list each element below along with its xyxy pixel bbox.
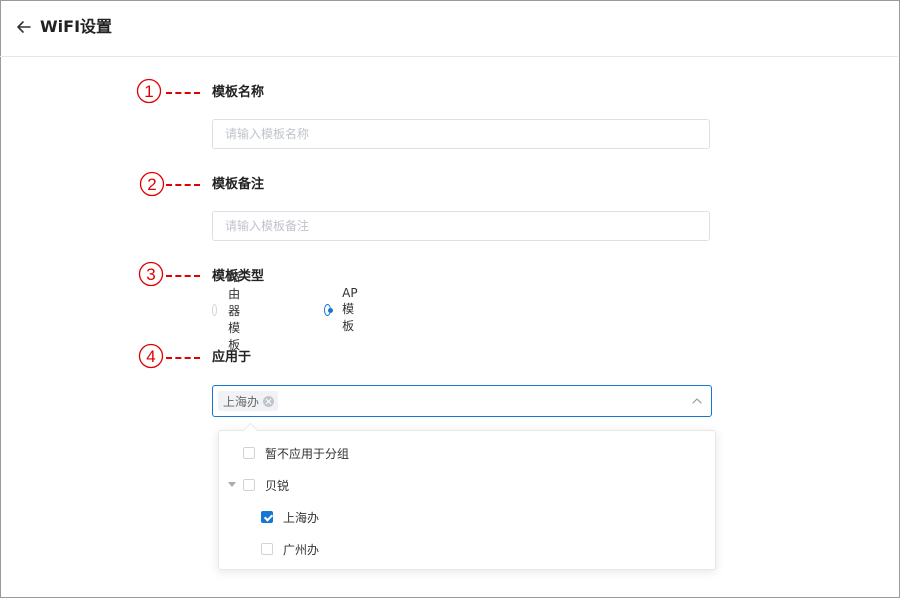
chevron-up-icon[interactable] [691,395,703,407]
selected-tag: 上海办 [218,391,279,411]
marker-number: 2 [147,175,156,194]
tree-item-beirui[interactable]: 贝锐 [228,475,290,495]
template-note-label: 模板备注 [212,177,265,192]
checkbox-checked[interactable] [261,511,273,523]
tree-item-label: 暂不应用于分组 [265,446,350,461]
checkbox[interactable] [261,543,273,555]
tree-item-guangzhou[interactable]: 广州办 [261,539,319,559]
radio-circle-selected[interactable] [324,304,333,316]
page-title: WiFI设置 [40,17,113,36]
annotation-marker-1: 1 [136,78,162,104]
annotation-marker-2: 2 [139,171,165,197]
selected-tag-label: 上海办 [223,394,260,409]
page-header: WiFI设置 [0,0,898,57]
radio-ap-template-label: AP模板 [342,286,358,333]
annotation-marker-3: 3 [138,261,164,287]
radio-circle[interactable] [212,304,218,316]
marker-number: 3 [146,265,155,284]
annotation-dash [166,92,200,94]
checkbox[interactable] [243,447,255,459]
marker-number: 4 [146,347,155,366]
tree-item-shanghai[interactable]: 上海办 [261,507,319,527]
tree-item-label: 广州办 [283,542,320,557]
caret-down-icon[interactable] [228,482,236,487]
apply-to-label: 应用于 [212,350,252,365]
tree-item-no-group[interactable]: 暂不应用于分组 [243,443,349,463]
arrow-left-icon[interactable] [14,17,34,37]
annotation-dash [166,184,200,186]
tree-item-label: 上海办 [283,510,320,525]
annotation-dash [166,275,200,277]
checkbox[interactable] [243,479,255,491]
template-note-input[interactable] [212,211,710,241]
radio-router-template-label: 路由器模板 [228,269,241,352]
template-name-input[interactable] [212,119,710,149]
annotation-dash [166,357,200,359]
tag-close-icon[interactable] [263,395,275,407]
template-name-label: 模板名称 [212,85,265,100]
radio-router-template[interactable]: 路由器模板 [212,270,247,352]
radio-ap-template[interactable]: AP模板 [324,286,362,333]
annotation-marker-4: 4 [138,343,164,369]
tree-item-label: 贝锐 [265,478,290,493]
apply-to-select[interactable]: 上海办 [212,385,712,417]
apply-to-dropdown: 暂不应用于分组 贝锐 上海办 广州办 [218,422,716,570]
marker-number: 1 [144,82,153,101]
